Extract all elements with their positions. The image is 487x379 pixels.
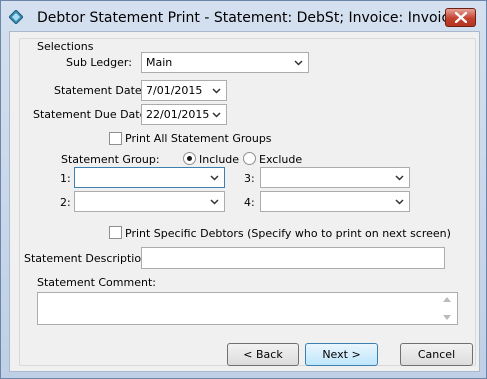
group-slot-1-label: 1: [60, 172, 71, 185]
include-radio-label: Include [199, 153, 240, 166]
dialog-body: Selections Sub Ledger: Main Statement Da… [9, 31, 480, 372]
window-title: Debtor Statement Print - Statement: DebS… [37, 10, 458, 26]
selections-group-title: Selections [34, 40, 97, 53]
scroll-up-arrow-icon[interactable] [443, 297, 451, 302]
radio-selected-dot [187, 156, 192, 161]
exclude-radio-label: Exclude [259, 153, 303, 166]
chevron-down-icon [210, 175, 219, 181]
sub-ledger-label: Sub Ledger: [66, 56, 132, 69]
statement-description-input[interactable] [141, 247, 445, 269]
back-button[interactable]: < Back [227, 343, 299, 366]
include-radio[interactable] [183, 152, 196, 165]
group-slot-3-label: 3: [244, 172, 255, 185]
print-specific-debtors-checkbox[interactable] [109, 226, 122, 239]
statement-description-label: Statement Description: [24, 252, 152, 265]
chevron-down-icon [395, 175, 404, 181]
statement-date-label: Statement Date: [54, 84, 146, 97]
statement-due-date-picker[interactable]: 22/01/2015 [141, 104, 227, 125]
print-all-groups-label: Print All Statement Groups [125, 132, 272, 145]
sub-ledger-select[interactable]: Main [141, 52, 309, 73]
group-slot-2-label: 2: [60, 196, 71, 209]
cancel-button[interactable]: Cancel [400, 343, 473, 366]
statement-date-value: 7/01/2015 [146, 84, 203, 97]
statement-due-date-value: 22/01/2015 [146, 108, 210, 121]
statement-group-label: Statement Group: [61, 153, 160, 166]
exclude-radio[interactable] [243, 152, 256, 165]
print-specific-debtors-label: Print Specific Debtors (Specify who to p… [125, 227, 451, 240]
group-slot-4-select[interactable] [260, 191, 410, 212]
statement-date-picker[interactable]: 7/01/2015 [141, 80, 227, 101]
statement-comment-textarea[interactable] [37, 292, 458, 325]
statement-due-date-label: Statement Due Date: [33, 108, 151, 121]
dialog-window: Debtor Statement Print - Statement: DebS… [0, 0, 487, 379]
chevron-down-icon [294, 60, 303, 66]
chevron-down-icon [210, 199, 219, 205]
title-bar[interactable]: Debtor Statement Print - Statement: DebS… [1, 1, 486, 31]
chevron-down-icon [212, 88, 221, 94]
group-slot-2-select[interactable] [74, 191, 225, 212]
close-icon [455, 12, 467, 23]
scroll-down-arrow-icon[interactable] [443, 315, 451, 320]
next-button[interactable]: Next > [305, 343, 378, 366]
chevron-down-icon [212, 112, 221, 118]
app-diamond-icon [8, 9, 24, 25]
statement-comment-label: Statement Comment: [37, 276, 156, 289]
sub-ledger-value: Main [146, 56, 173, 69]
group-slot-4-label: 4: [244, 196, 255, 209]
group-slot-3-select[interactable] [260, 167, 410, 188]
group-slot-1-select[interactable] [74, 167, 225, 188]
chevron-down-icon [395, 199, 404, 205]
print-all-groups-checkbox[interactable] [109, 132, 122, 145]
close-button[interactable] [445, 8, 476, 27]
